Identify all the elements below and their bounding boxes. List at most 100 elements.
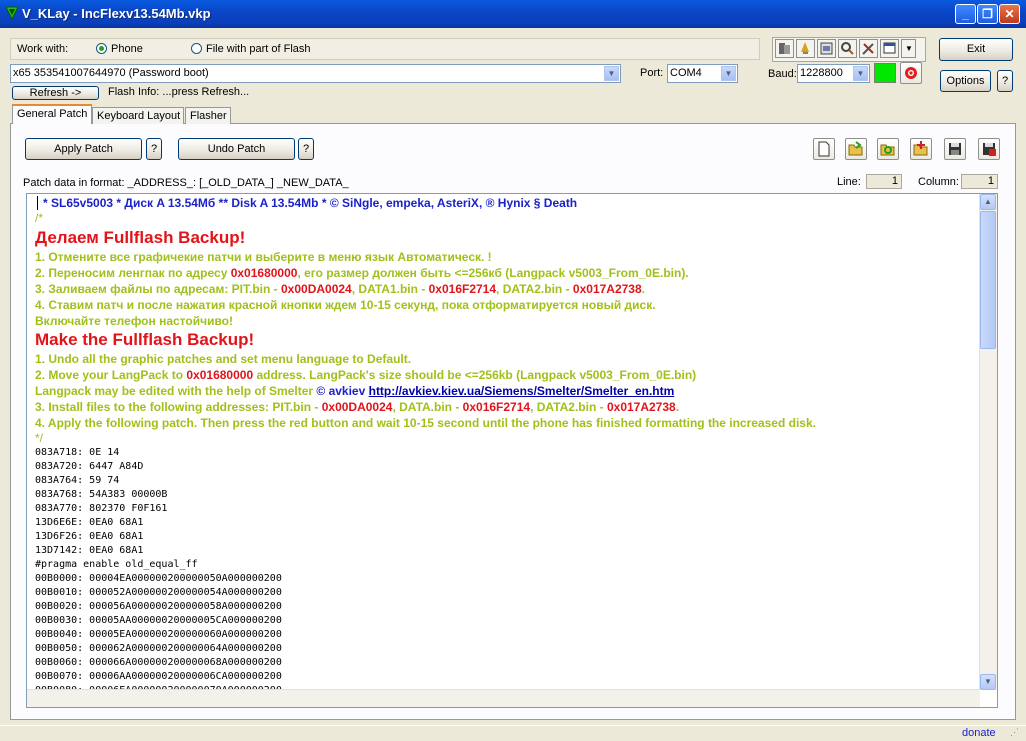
resize-grip-icon[interactable]: ⋰	[1010, 727, 1019, 738]
reload-file-button[interactable]	[877, 138, 899, 160]
vertical-scrollbar[interactable]: ▲ ▼	[979, 194, 997, 690]
text: , DATA2.bin -	[530, 400, 607, 414]
tab-label: Keyboard Layout	[97, 110, 181, 122]
phone-radio[interactable]	[96, 43, 107, 54]
tools-button[interactable]	[859, 39, 878, 58]
tab-label: Flasher	[190, 110, 227, 122]
exit-button[interactable]: Exit	[939, 38, 1013, 61]
ru-line-1: 1. Отмените все графичекие патчи и выбер…	[35, 250, 492, 264]
chevron-down-icon: ▼	[984, 677, 992, 686]
text: .	[675, 400, 680, 414]
baud-select[interactable]: 1228800 ▼	[797, 64, 870, 83]
ru-line-2: 2. Переносим ленгпак по адресу 0x0168000…	[35, 266, 689, 280]
code-line: 083A720: 6447 A84D	[35, 461, 144, 472]
undo-patch-help-button[interactable]: ?	[298, 138, 314, 160]
address: 0x01680000	[186, 368, 254, 382]
add-file-button[interactable]	[910, 138, 932, 160]
phone-radio-label: Phone	[111, 43, 143, 55]
chevron-down-icon[interactable]: ▼	[604, 66, 619, 81]
baud-label: Baud:	[768, 68, 797, 80]
comment-close: */	[35, 431, 44, 445]
tab-flasher[interactable]: Flasher	[185, 107, 231, 124]
text: 2. Переносим ленгпак по адресу	[35, 266, 231, 280]
ru-line-4: 4. Ставим патч и после нажатия красной к…	[35, 298, 656, 312]
address: 0x017A2738	[606, 400, 676, 414]
new-file-button[interactable]	[813, 138, 835, 160]
bell-button[interactable]	[796, 39, 815, 58]
code-line: 13D6E6E: 0EA0 68A1	[35, 517, 144, 528]
maximize-button[interactable]: ❐	[977, 4, 998, 24]
options-help-button[interactable]: ?	[997, 70, 1013, 92]
text: Langpack may be edited with the help of …	[35, 384, 317, 398]
column-value: 1	[961, 174, 998, 189]
chevron-down-icon[interactable]: ▼	[721, 66, 736, 81]
refresh-button[interactable]: Refresh ->	[12, 86, 99, 100]
donate-link[interactable]: donate	[962, 727, 996, 739]
tools-dropdown-button[interactable]: ▼	[901, 39, 916, 58]
patch-editor[interactable]: * SL65v5003 * Диск A 13.54Мб ** Disk A 1…	[26, 193, 998, 708]
port-select-value: COM4	[670, 67, 702, 79]
folder-add-icon	[913, 141, 928, 156]
close-icon: ✕	[1004, 7, 1015, 21]
address: 0x016F2714	[428, 282, 497, 296]
phone-select[interactable]: x65 353541007644970 (Password boot) ▼	[10, 64, 621, 83]
open-file-button[interactable]	[845, 138, 867, 160]
file-radio[interactable]	[191, 43, 202, 54]
apply-patch-help-button[interactable]: ?	[146, 138, 162, 160]
bell-icon	[801, 42, 809, 54]
editor-header-line: * SL65v5003 * Диск A 13.54Мб ** Disk A 1…	[43, 196, 578, 210]
ru-line-5: Включайте телефон настойчиво!	[35, 314, 233, 328]
port-label: Port:	[640, 67, 664, 79]
chevron-up-icon: ▲	[984, 197, 992, 206]
new-file-icon	[818, 141, 830, 157]
window-title: V_KLay - IncFlexv13.54Mb.vkp	[22, 6, 211, 21]
save-button[interactable]	[944, 138, 966, 160]
smelter-link[interactable]: http://avkiev.kiev.ua/Siemens/Smelter/Sm…	[369, 384, 675, 398]
address: 0x00DA0024	[281, 282, 352, 296]
options-button[interactable]: Options	[940, 70, 991, 92]
folder-open-icon	[848, 141, 863, 156]
title-bar[interactable]: V_KLay - IncFlexv13.54Mb.vkp _ ❐ ✕	[0, 0, 1026, 28]
scroll-thumb[interactable]	[980, 211, 996, 349]
ru-title: Делаем Fullflash Backup!	[35, 228, 246, 247]
scroll-down-button[interactable]: ▼	[980, 674, 996, 690]
chevron-down-icon: ▼	[905, 44, 913, 53]
calendar-button[interactable]	[817, 39, 836, 58]
stop-button[interactable]	[900, 62, 922, 84]
text: 3. Install files to the following addres…	[35, 400, 322, 414]
minimize-icon: _	[962, 7, 969, 21]
close-button[interactable]: ✕	[999, 4, 1020, 24]
horizontal-scrollbar[interactable]	[27, 689, 980, 707]
port-select[interactable]: COM4 ▼	[667, 64, 738, 83]
text: , его размер должен быть <=256кб (Langpa…	[297, 266, 689, 280]
text: 3. Заливаем файлы по адресам: PIT.bin -	[35, 282, 281, 296]
tab-general-patch[interactable]: General Patch	[12, 104, 92, 124]
text: , DATA1.bin -	[351, 282, 429, 296]
text-cursor	[37, 196, 38, 210]
save-delete-icon	[983, 143, 996, 156]
restore-icon: ❐	[982, 7, 993, 21]
code-line: 083A718: 0E 14	[35, 447, 120, 458]
save-icon	[949, 143, 961, 155]
status-bar: donate ⋰	[0, 725, 1026, 741]
line-value: 1	[866, 174, 902, 189]
calendar-icon	[820, 42, 833, 55]
column-label: Column:	[918, 176, 959, 188]
minimize-button[interactable]: _	[955, 4, 976, 24]
search-button[interactable]	[838, 39, 857, 58]
line-label: Line:	[837, 176, 861, 188]
code-line: 13D6F26: 0EA0 68A1	[35, 531, 144, 542]
scroll-up-button[interactable]: ▲	[980, 194, 996, 210]
chevron-down-icon[interactable]: ▼	[853, 66, 868, 81]
undo-patch-button[interactable]: Undo Patch	[178, 138, 295, 160]
en-line-3: Langpack may be edited with the help of …	[35, 384, 674, 398]
tab-keyboard-layout[interactable]: Keyboard Layout	[92, 107, 184, 124]
text: 2. Move your LangPack to	[35, 368, 187, 382]
ru-line-3: 3. Заливаем файлы по адресам: PIT.bin - …	[35, 282, 645, 296]
apply-patch-button[interactable]: Apply Patch	[25, 138, 142, 160]
window-button[interactable]	[880, 39, 899, 58]
text: , DATA.bin -	[392, 400, 463, 414]
phone-info-button[interactable]	[775, 39, 794, 58]
search-icon	[841, 42, 854, 55]
save-red-button[interactable]	[978, 138, 1000, 160]
